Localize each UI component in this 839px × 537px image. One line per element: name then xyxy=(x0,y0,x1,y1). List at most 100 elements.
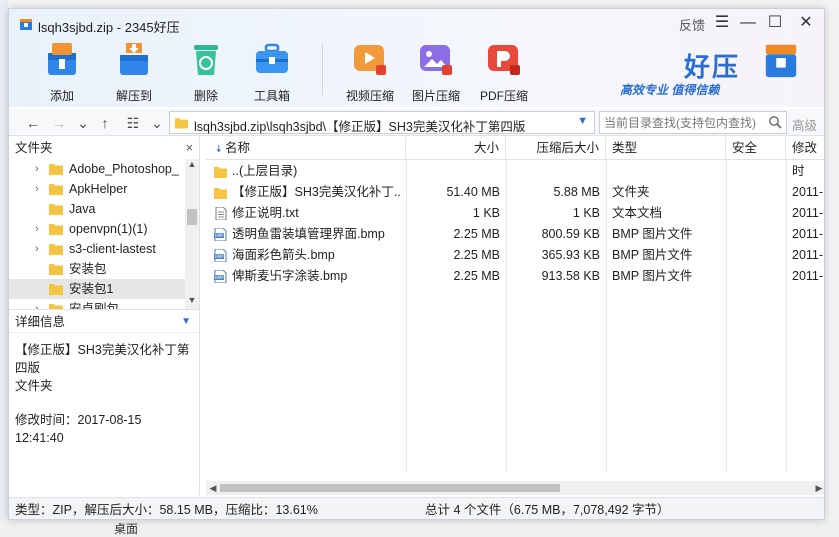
image-compress-label: 图片压缩 xyxy=(411,89,460,103)
recycle-bin-icon xyxy=(194,45,218,75)
file-type: BMP 图片文件 xyxy=(612,248,693,262)
file-row[interactable]: 修正说明.txt 1 KB 1 KB 文本文档 2011- xyxy=(206,203,824,224)
address-bar: ← → ⌄ ↑ ☷ ⌄ lsqh3sjbd.zip\lsqh3sjbd\【修正版… xyxy=(9,109,824,136)
file-type: BMP 图片文件 xyxy=(612,227,693,241)
video-compress-label: 视频压缩 xyxy=(345,89,394,103)
folder-tree-scrollbar[interactable]: ▲ ▼ xyxy=(185,159,199,309)
back-arrow-icon[interactable]: ← xyxy=(23,113,43,133)
details-panel-header[interactable]: 详细信息 ▼ xyxy=(9,309,199,333)
brand-slogan: 高效专业 值得信赖 xyxy=(620,83,720,97)
desktop-taskbar-strip: 桌面 xyxy=(0,520,839,537)
scroll-thumb[interactable] xyxy=(187,209,197,225)
sidebar-folder-item[interactable]: › ApkHelper xyxy=(9,179,199,199)
bmp-file-icon: BMP xyxy=(214,228,227,241)
search-field[interactable] xyxy=(599,111,787,134)
expand-arrow-icon[interactable]: › xyxy=(35,299,39,309)
folder-sidebar: 文件夹 × › Adobe_Photoshop_ › ApkHelper Java › op… xyxy=(9,137,200,495)
image-compress-icon xyxy=(420,45,452,75)
collapse-arrow-icon[interactable]: ▼ xyxy=(181,310,191,334)
sidebar-folder-item[interactable]: 安装包1 xyxy=(9,279,199,299)
column-header-packed[interactable]: 压缩后大小 xyxy=(506,137,606,160)
delete-label: 删除 xyxy=(193,89,218,103)
path-dropdown-icon[interactable]: ▼ xyxy=(577,115,588,127)
menu-icon[interactable]: ☰ xyxy=(711,12,733,34)
file-list-hscrollbar[interactable]: ◀ ▶ xyxy=(206,481,824,495)
sidebar-folder-item[interactable]: › Adobe_Photoshop_ xyxy=(9,159,199,179)
file-packed-size: 5.88 MB xyxy=(553,185,600,199)
folder-icon xyxy=(214,167,227,178)
advanced-search-button[interactable]: 高级 xyxy=(792,115,817,134)
add-label: 添加 xyxy=(49,89,74,103)
file-packed-size: 913.58 KB xyxy=(541,269,600,283)
close-button[interactable]: ✕ xyxy=(795,12,817,34)
file-row[interactable]: BMP 俾斯麦卐字涂装.bmp 2.25 MB 913.58 KB BMP 图片文件 20… xyxy=(206,266,824,287)
folder-icon xyxy=(49,204,63,215)
desktop-label: 桌面 xyxy=(114,522,139,536)
sidebar-folder-label: 安装包1 xyxy=(69,282,114,296)
sidebar-folder-item[interactable]: › 安卓刷包 xyxy=(9,299,199,309)
bmp-file-icon: BMP xyxy=(214,249,227,262)
scroll-right-icon[interactable]: ▶ xyxy=(812,481,824,495)
search-input[interactable] xyxy=(600,112,760,133)
forward-arrow-icon[interactable]: → xyxy=(49,113,69,133)
file-name: 修正说明.txt xyxy=(232,206,299,220)
file-row[interactable]: BMP 海面彩色箭头.bmp 2.25 MB 365.93 KB BMP 图片文件 201… xyxy=(206,245,824,266)
file-modified: 2011- xyxy=(792,227,824,241)
file-row[interactable]: 【修正版】SH3完美汉化补丁... 51.40 MB 5.88 MB 文件夹 2011- xyxy=(206,182,824,203)
column-header-security[interactable]: 安全 xyxy=(726,137,786,160)
delete-button[interactable]: 删除 xyxy=(176,39,236,104)
details-panel: 【修正版】SH3完美汉化补丁第四版 文件夹 修改时间：2017-08-15 12… xyxy=(9,333,199,455)
folder-panel-title: 文件夹 xyxy=(15,141,53,155)
file-row[interactable]: BMP 透明鱼雷装填管理界面.bmp 2.25 MB 800.59 KB BMP 图片文… xyxy=(206,224,824,245)
minimize-button[interactable]: — xyxy=(737,12,759,34)
app-window: lsqh3sjbd.zip - 2345好压 反馈 ☰ — ☐ ✕ 添加 解压到 xyxy=(8,8,825,520)
video-compress-button[interactable]: 视频压缩 xyxy=(340,39,400,104)
extract-to-button[interactable]: 解压到 xyxy=(104,39,164,104)
toolbox-button[interactable]: 工具箱 xyxy=(242,39,302,104)
feedback-link[interactable]: 反馈 xyxy=(679,15,705,34)
sort-down-icon: 🠇 xyxy=(216,144,222,155)
expand-arrow-icon[interactable]: › xyxy=(35,219,39,239)
folder-tree: › Adobe_Photoshop_ › ApkHelper Java › openvpn(… xyxy=(9,159,199,309)
search-icon[interactable] xyxy=(768,115,782,129)
file-size: 2.25 MB xyxy=(453,248,500,262)
column-header-type[interactable]: 类型 xyxy=(606,137,726,160)
scroll-up-icon[interactable]: ▲ xyxy=(185,159,199,169)
pdf-compress-button[interactable]: PDF压缩 xyxy=(474,39,534,104)
scroll-down-icon[interactable]: ▼ xyxy=(185,295,199,305)
file-name: 透明鱼雷装填管理界面.bmp xyxy=(232,227,385,241)
up-arrow-icon[interactable]: ↑ xyxy=(95,113,115,133)
path-field[interactable]: lsqh3sjbd.zip\lsqh3sjbd\【修正版】SH3完美汉化补丁第四… xyxy=(169,111,595,134)
expand-arrow-icon[interactable]: › xyxy=(35,179,39,199)
file-list-header: 🠇 名称 大小 压缩后大小 类型 安全 修改时 xyxy=(206,137,824,178)
column-name-label: 名称 xyxy=(224,141,250,155)
column-header-size[interactable]: 大小 xyxy=(406,137,506,160)
file-name: ..(上层目录) xyxy=(232,164,298,178)
column-header-name[interactable]: 🠇 名称 xyxy=(206,137,406,160)
file-modified: 2011- xyxy=(792,248,824,262)
scroll-left-icon[interactable]: ◀ xyxy=(206,481,220,495)
folder-panel-close-icon[interactable]: × xyxy=(186,137,193,159)
dropdown-arrow-icon[interactable]: ⌄ xyxy=(73,113,93,133)
maximize-button[interactable]: ☐ xyxy=(764,12,786,34)
sidebar-folder-label: Java xyxy=(69,202,96,216)
expand-arrow-icon[interactable]: › xyxy=(35,159,39,179)
expand-arrow-icon[interactable]: › xyxy=(35,239,39,259)
sidebar-folder-label: s3-client-lastest xyxy=(69,242,156,256)
view-mode-icon[interactable]: ☷ xyxy=(123,113,143,133)
add-button[interactable]: 添加 xyxy=(32,39,92,104)
sidebar-folder-label: 安装包 xyxy=(69,262,107,276)
hscroll-thumb[interactable] xyxy=(220,484,560,492)
view-dropdown-icon[interactable]: ⌄ xyxy=(147,113,167,133)
text-file-icon xyxy=(215,207,227,220)
column-header-modified[interactable]: 修改时 xyxy=(786,137,824,178)
sidebar-folder-item[interactable]: › openvpn(1)(1) xyxy=(9,219,199,239)
file-modified: 2011- xyxy=(792,269,824,283)
file-row[interactable]: ..(上层目录) xyxy=(206,161,824,182)
sidebar-folder-item[interactable]: 安装包 xyxy=(9,259,199,279)
extract-to-label: 解压到 xyxy=(115,89,152,103)
image-compress-button[interactable]: 图片压缩 xyxy=(406,39,466,104)
folder-icon xyxy=(175,118,188,129)
sidebar-folder-item[interactable]: Java xyxy=(9,199,199,219)
sidebar-folder-item[interactable]: › s3-client-lastest xyxy=(9,239,199,259)
